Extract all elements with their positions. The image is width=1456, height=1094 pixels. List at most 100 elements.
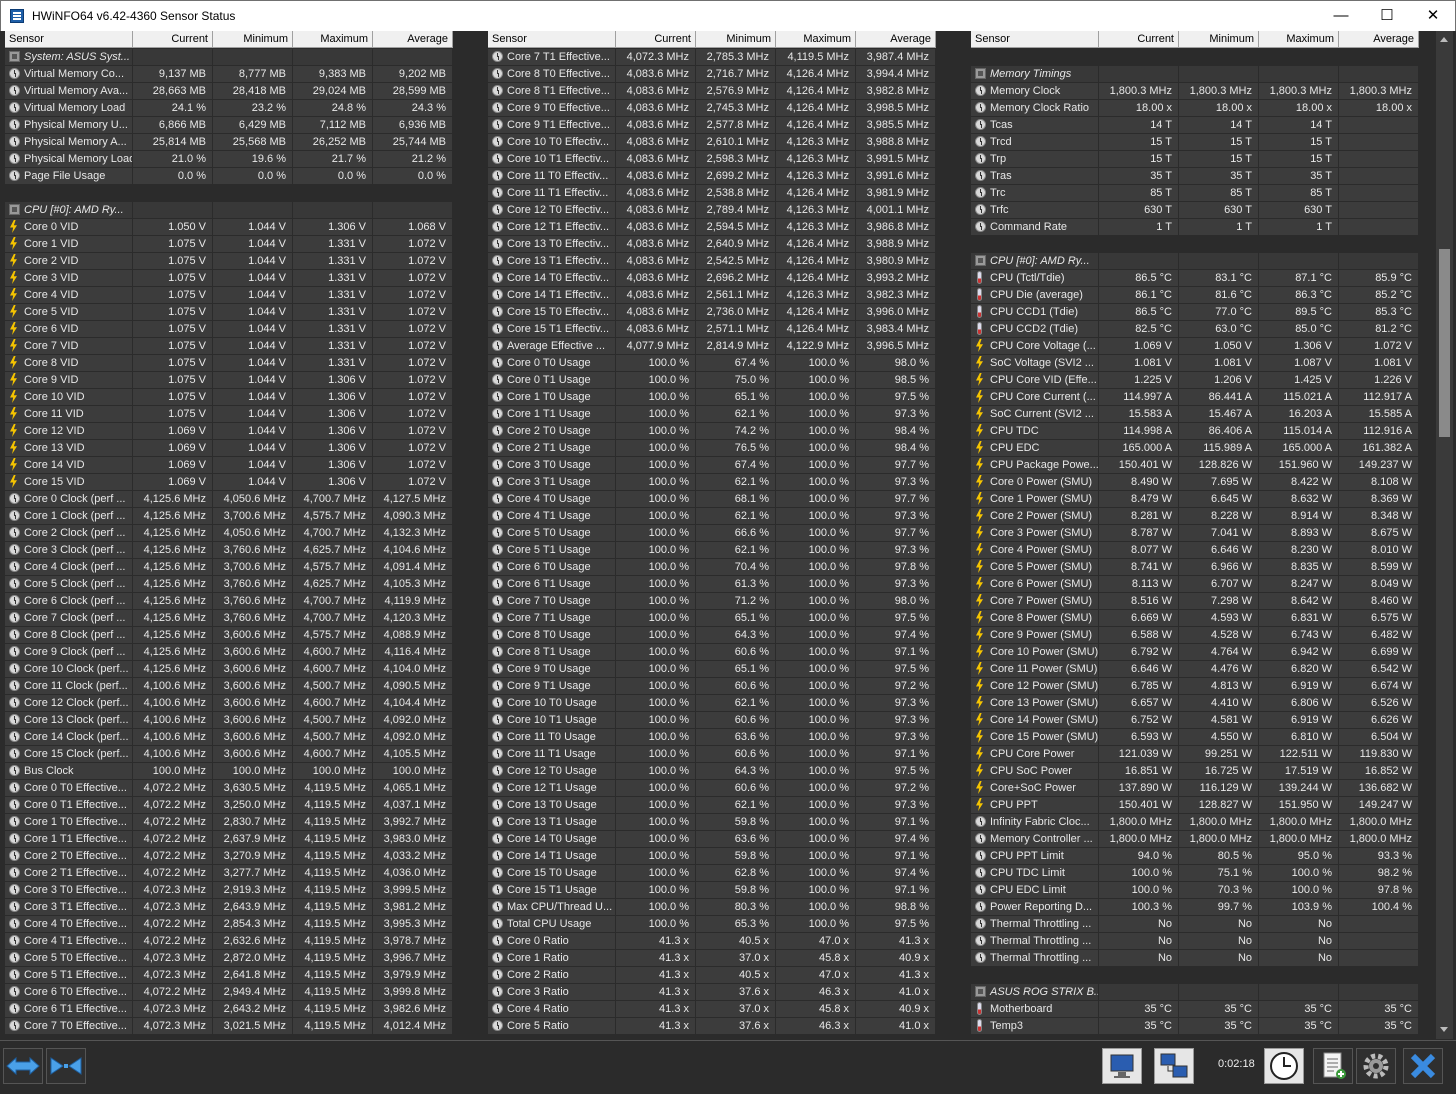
close-window-button[interactable]: ✕ <box>1410 1 1456 32</box>
average-value: 97.5 % <box>856 916 935 932</box>
sensor-panel-right[interactable]: Sensor Current Minimum Maximum Average Memory… <box>971 31 1456 1039</box>
sensor-name: Core 10 Power (SMU) <box>971 644 1098 660</box>
arrows-left-right-icon[interactable] <box>3 1048 43 1084</box>
average-value: 98.8 % <box>856 899 935 915</box>
sensor-clock-icon <box>9 510 20 521</box>
current-value: 100.0 % <box>1099 865 1178 881</box>
header-maximum[interactable]: Maximum <box>776 31 856 48</box>
sensor-name: Core 6 VID <box>5 321 132 337</box>
maximum-value: 1.331 V <box>293 321 372 337</box>
sensor-panel-middle[interactable]: Sensor Current Minimum Maximum Average Core 7… <box>488 31 936 1039</box>
current-value <box>1099 253 1178 269</box>
sensor-name: Core 6 T1 Effective... <box>5 1001 132 1017</box>
minimize-button[interactable]: — <box>1318 1 1364 32</box>
sensor-name: Core 0 T0 Usage <box>488 355 615 371</box>
sensor-name: CPU Core Power <box>971 746 1098 762</box>
header-average[interactable]: Average <box>373 31 453 48</box>
minimum-value: 1,800.0 MHz <box>1179 814 1258 830</box>
header-current[interactable]: Current <box>616 31 696 48</box>
current-value: 100.0 % <box>616 525 695 541</box>
thermometer-icon <box>977 271 982 284</box>
header-minimum[interactable]: Minimum <box>213 31 293 48</box>
header-maximum[interactable]: Maximum <box>293 31 373 48</box>
average-value: 4,127.5 MHz <box>373 491 452 507</box>
average-value: 4,105.3 MHz <box>373 576 452 592</box>
sensor-clock-icon <box>9 102 20 113</box>
current-value: 4,083.6 MHz <box>616 83 695 99</box>
monitor-icon[interactable] <box>1102 1048 1142 1084</box>
header-average[interactable]: Average <box>1339 31 1419 48</box>
minimum-value: 71.2 % <box>696 593 775 609</box>
sensor-name: Core 15 T1 Effectiv... <box>488 321 615 337</box>
settings-gear-icon[interactable] <box>1356 1048 1396 1084</box>
sensor-clock-icon <box>9 1003 20 1014</box>
sensor-clock-icon <box>492 986 503 997</box>
header-sensor[interactable]: Sensor <box>971 31 1099 48</box>
header-sensor[interactable]: Sensor <box>488 31 616 48</box>
header-average[interactable]: Average <box>856 31 936 48</box>
current-value: 100.0 % <box>616 389 695 405</box>
maximize-button[interactable]: ☐ <box>1364 1 1410 32</box>
header-sensor[interactable]: Sensor <box>5 31 133 48</box>
header-minimum[interactable]: Minimum <box>1179 31 1259 48</box>
lightning-icon <box>976 781 983 794</box>
current-value: 4,125.6 MHz <box>133 593 212 609</box>
current-value: 4,125.6 MHz <box>133 627 212 643</box>
scroll-up-arrow-icon[interactable] <box>1440 37 1448 42</box>
current-value: 1.075 V <box>133 253 212 269</box>
sensor-name: Bus Clock <box>5 763 132 779</box>
sensor-clock-icon <box>492 816 503 827</box>
header-current[interactable]: Current <box>1099 31 1179 48</box>
current-value: 4,083.6 MHz <box>616 117 695 133</box>
current-value: 4,125.6 MHz <box>133 576 212 592</box>
sensor-name: Core 11 T0 Usage <box>488 729 615 745</box>
sensor-name: Core 15 VID <box>5 474 132 490</box>
minimum-value: 3,760.6 MHz <box>213 542 292 558</box>
arrows-collapse-icon[interactable] <box>46 1048 86 1084</box>
clock-icon[interactable] <box>1264 1048 1304 1084</box>
minimum-value: 62.1 % <box>696 695 775 711</box>
scrollbar-thumb[interactable] <box>1439 249 1450 437</box>
average-value: 3,995.3 MHz <box>373 916 452 932</box>
minimum-value: 3,277.7 MHz <box>213 865 292 881</box>
report-icon[interactable] <box>1313 1048 1353 1084</box>
minimum-value: 65.1 % <box>696 610 775 626</box>
minimum-value: 1.044 V <box>213 287 292 303</box>
header-minimum[interactable]: Minimum <box>696 31 776 48</box>
header-current[interactable]: Current <box>133 31 213 48</box>
lightning-icon <box>10 390 17 403</box>
minimum-value: 8.228 W <box>1179 508 1258 524</box>
maximum-value <box>1259 236 1338 252</box>
sensor-name: Memory Timings <box>971 66 1098 82</box>
network-icon[interactable] <box>1154 1048 1194 1084</box>
thermometer-icon <box>977 322 982 335</box>
header-maximum[interactable]: Maximum <box>1259 31 1339 48</box>
maximum-value: 47.0 x <box>776 933 855 949</box>
average-value: 97.3 % <box>856 729 935 745</box>
minimum-value: 2,814.9 MHz <box>696 338 775 354</box>
minimum-value: 99.251 W <box>1179 746 1258 762</box>
average-value: 136.682 W <box>1339 780 1418 796</box>
maximum-value: 1.306 V <box>293 406 372 422</box>
maximum-value: 1.306 V <box>293 474 372 490</box>
scroll-down-arrow-icon[interactable] <box>1440 1027 1448 1032</box>
minimum-value: 70.4 % <box>696 559 775 575</box>
column-header-row: Sensor Current Minimum Maximum Average <box>971 31 1419 48</box>
sensor-name: Total CPU Usage <box>488 916 615 932</box>
close-x-icon[interactable] <box>1403 1048 1443 1084</box>
minimum-value: 68.1 % <box>696 491 775 507</box>
current-value: 41.3 x <box>616 1001 695 1017</box>
sensor-name: Core 2 Power (SMU) <box>971 508 1098 524</box>
sensor-clock-icon <box>9 833 20 844</box>
minimum-value: 28,418 MB <box>213 83 292 99</box>
average-value: 3,991.6 MHz <box>856 168 935 184</box>
sensor-name: Core 12 T0 Effectiv... <box>488 202 615 218</box>
vertical-scrollbar[interactable] <box>1436 31 1453 1039</box>
average-value: 41.3 x <box>856 933 935 949</box>
sensor-clock-icon <box>9 153 20 164</box>
sensor-panel-left[interactable]: Sensor Current Minimum Maximum Average System… <box>5 31 453 1039</box>
sensor-name: Core 5 Power (SMU) <box>971 559 1098 575</box>
sensor-clock-icon <box>492 714 503 725</box>
maximum-value <box>293 49 372 65</box>
current-value: 1.075 V <box>133 236 212 252</box>
